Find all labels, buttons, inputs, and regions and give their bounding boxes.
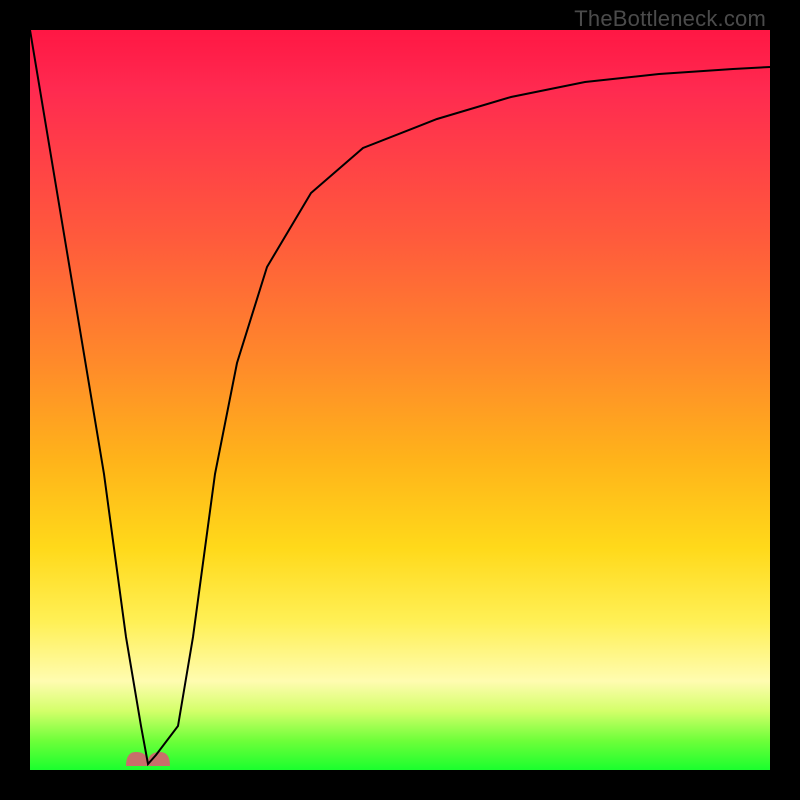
chart-frame: TheBottleneck.com [0, 0, 800, 800]
plot-area [30, 30, 770, 770]
bottleneck-curve [30, 30, 770, 764]
curve-svg [30, 30, 770, 770]
watermark-text: TheBottleneck.com [574, 6, 766, 32]
